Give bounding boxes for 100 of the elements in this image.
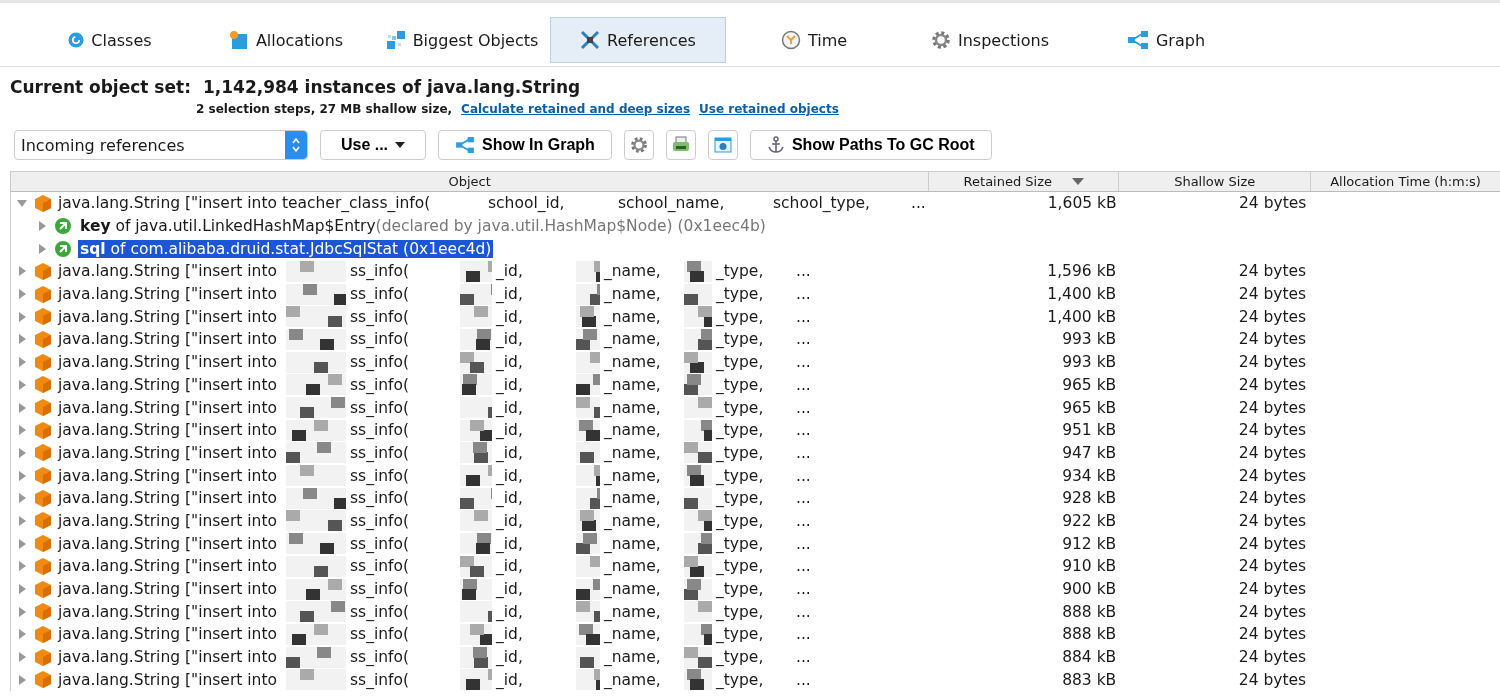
expand-arrow-icon[interactable] — [37, 243, 47, 254]
object-text: ... — [796, 534, 812, 553]
object-text: _type, — [716, 534, 765, 553]
show-in-graph-button[interactable]: Show In Graph — [438, 130, 612, 160]
cube-icon — [35, 603, 51, 621]
object-text: ... — [796, 602, 812, 621]
object-text: ... — [796, 398, 812, 417]
cube-icon — [35, 671, 51, 689]
object-text: school_type, — [773, 194, 871, 213]
shallow-size-cell-text: 24 bytes — [1237, 533, 1308, 555]
object-text: ... — [796, 307, 812, 326]
object-text: _id, — [496, 580, 524, 599]
expand-arrow-icon[interactable] — [17, 402, 27, 413]
use-menu-button[interactable]: Use ... — [320, 130, 426, 160]
object-text: java.lang.String ["insert into — [58, 398, 278, 417]
shallow-size-cell-text: 24 bytes — [1237, 669, 1308, 691]
printer-icon — [671, 136, 690, 154]
object-text: _type, — [716, 421, 765, 440]
cube-icon — [35, 467, 51, 485]
retained-size-cell-text: 1,596 kB — [1046, 261, 1118, 283]
view-tab[interactable]: Inspections — [920, 17, 1060, 63]
object-text: _name, — [604, 398, 662, 417]
reference-type-select[interactable]: Incoming references — [14, 130, 308, 160]
shallow-size-cell-text: 24 bytes — [1237, 465, 1308, 487]
object-text: java.lang.String ["insert into — [58, 511, 278, 530]
expand-arrow-icon[interactable] — [17, 311, 27, 322]
object-text: java.lang.String ["insert into — [58, 670, 278, 689]
view-tab[interactable]: Graph — [1115, 17, 1217, 63]
expand-arrow-icon[interactable] — [17, 538, 27, 549]
expand-arrow-icon[interactable] — [17, 674, 27, 685]
view-tab[interactable]: Classes — [57, 17, 163, 63]
column-header[interactable]: Shallow Size — [1118, 172, 1311, 191]
action-link[interactable]: Use retained objects — [699, 102, 839, 116]
object-text: _name, — [604, 580, 662, 599]
cube-icon — [35, 308, 51, 326]
cube-icon — [35, 262, 51, 280]
expand-arrow-icon[interactable] — [17, 266, 27, 277]
retained-size-cell-text: 993 kB — [1061, 329, 1118, 351]
printer-button[interactable] — [665, 130, 696, 160]
view-tab[interactable]: Biggest Objects — [374, 17, 550, 63]
stepper-icon — [285, 131, 307, 159]
info-button[interactable] — [707, 130, 738, 160]
object-text: ... — [796, 670, 812, 689]
expand-arrow-icon[interactable] — [17, 357, 27, 368]
view-tab[interactable]: References — [550, 17, 726, 63]
reference-text[interactable]: key of java.util.LinkedHashMap$Entry(declared by java.util.HashMap$Node) (0x1eec4b) — [78, 217, 768, 236]
sort-descending-icon — [1072, 178, 1085, 185]
view-tab[interactable]: Time — [769, 17, 859, 63]
object-text: ss_info( — [350, 262, 411, 281]
column-header[interactable]: Object — [11, 172, 929, 191]
expand-arrow-icon[interactable] — [17, 515, 27, 526]
object-text: _type, — [716, 443, 765, 462]
object-set-value: 1,142,984 instances of java.lang.String — [202, 77, 581, 97]
cube-icon — [35, 399, 51, 417]
column-header[interactable]: Allocation Time (h:m:s) — [1310, 172, 1500, 191]
expand-arrow-icon[interactable] — [17, 606, 27, 617]
shallow-size-cell-text: 24 bytes — [1237, 510, 1308, 532]
retained-size-cell-text: 928 kB — [1061, 488, 1118, 510]
shallow-size-cell-text: 24 bytes — [1237, 420, 1308, 442]
cube-icon — [35, 489, 51, 507]
object-text: _id, — [496, 648, 524, 667]
retained-size-cell-text: 888 kB — [1061, 624, 1118, 646]
shallow-size-cell-text: 24 bytes — [1237, 647, 1308, 669]
object-text: _id, — [496, 285, 524, 304]
expand-arrow-icon[interactable] — [17, 289, 27, 300]
object-text: _name, — [604, 670, 662, 689]
object-text: _type, — [716, 580, 765, 599]
expand-arrow-icon[interactable] — [17, 379, 27, 390]
shallow-size-cell-text: 24 bytes — [1237, 284, 1308, 306]
expand-arrow-icon[interactable] — [17, 447, 27, 458]
class-icon — [68, 32, 85, 48]
object-text: _name, — [604, 330, 662, 349]
view-tab[interactable]: Allocations — [217, 17, 355, 63]
show-paths-button[interactable]: Show Paths To GC Root — [749, 130, 992, 160]
expand-arrow-icon[interactable] — [17, 334, 27, 345]
arrows-icon — [580, 30, 601, 50]
reference-text[interactable]: sql of com.alibaba.druid.stat.JdbcSqlStat (0x1eec4d) — [78, 239, 494, 258]
expand-arrow-icon[interactable] — [37, 221, 47, 232]
settings-button[interactable] — [623, 130, 654, 160]
action-link[interactable]: Calculate retained and deep sizes — [461, 102, 691, 116]
object-text: ss_info( — [350, 557, 411, 576]
expand-arrow-icon[interactable] — [17, 652, 27, 663]
expand-arrow-icon[interactable] — [17, 425, 27, 436]
expand-arrow-icon[interactable] — [17, 493, 27, 504]
object-text: ... — [796, 489, 812, 508]
expand-arrow-icon[interactable] — [17, 470, 27, 481]
object-text: ss_info( — [350, 466, 411, 485]
expand-arrow-icon[interactable] — [17, 561, 27, 572]
cube-icon — [35, 625, 51, 643]
object-text: _type, — [716, 398, 765, 417]
collapse-arrow-icon[interactable] — [17, 198, 27, 209]
expand-arrow-icon[interactable] — [17, 584, 27, 595]
expand-arrow-icon[interactable] — [17, 629, 27, 640]
object-text: _type, — [716, 602, 765, 621]
object-text: java.lang.String ["insert into teacher_class_info( — [58, 194, 432, 213]
object-text: java.lang.String ["insert into — [58, 602, 278, 621]
column-header[interactable]: Retained Size — [928, 172, 1119, 191]
object-text: ss_info( — [350, 443, 411, 462]
object-text: _id, — [496, 398, 524, 417]
shallow-size-cell-text: 24 bytes — [1237, 442, 1308, 464]
